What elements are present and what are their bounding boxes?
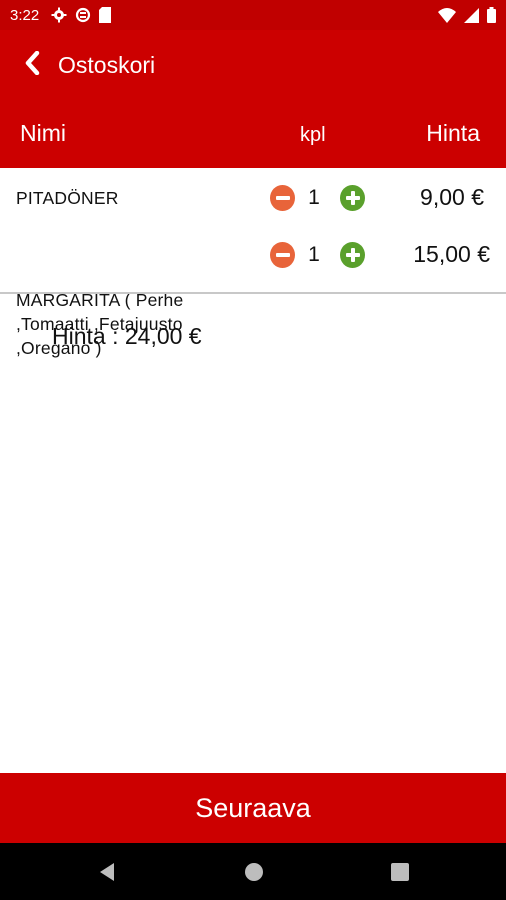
cart-item: PITADÖNER 1 9,00 € — [0, 168, 506, 226]
item-price: 9,00 € — [420, 184, 484, 210]
sync-icon — [75, 7, 91, 23]
nav-home-button[interactable] — [243, 861, 265, 883]
column-price-label: Hinta — [426, 120, 480, 146]
status-left-icons — [51, 7, 112, 23]
home-circle-icon — [243, 863, 265, 887]
next-button[interactable]: Seuraava — [0, 773, 506, 843]
column-qty-label: kpl — [300, 124, 326, 146]
quantity-stepper: 1 — [270, 183, 366, 213]
system-nav-bar — [0, 843, 506, 900]
item-quantity: 1 — [308, 186, 320, 209]
item-price: 15,00 € — [413, 241, 490, 267]
decrease-quantity-button[interactable] — [270, 185, 295, 211]
page-title: Ostoskori — [58, 51, 156, 78]
status-time: 3:22 — [10, 6, 40, 24]
nav-recents-button[interactable] — [389, 861, 411, 883]
battery-icon — [487, 7, 496, 23]
increase-quantity-button[interactable] — [340, 185, 366, 211]
nav-back-button[interactable] — [96, 861, 118, 883]
status-right-icons — [438, 7, 496, 23]
app-bar: Ostoskori — [0, 30, 506, 100]
increase-quantity-button[interactable] — [340, 242, 366, 268]
total-price: Hinta : 24,00 € — [52, 323, 202, 349]
status-bar: 3:22 — [0, 0, 506, 30]
cart-item: MARGARITA ( Perhe ,Tomaatti ,Fetajuusto … — [0, 226, 506, 358]
chevron-left-icon — [24, 50, 40, 80]
sd-card-icon — [99, 7, 112, 23]
item-name: PITADÖNER — [16, 188, 119, 208]
decrease-quantity-button[interactable] — [270, 242, 295, 268]
list-divider — [0, 292, 506, 294]
item-quantity: 1 — [308, 243, 320, 266]
gear-icon — [51, 7, 67, 23]
quantity-stepper: 1 — [270, 240, 366, 270]
signal-icon — [464, 7, 479, 23]
column-header: Nimi kpl Hinta — [0, 100, 506, 168]
wifi-icon — [438, 7, 456, 23]
column-name-label: Nimi — [20, 120, 66, 146]
cart-list: PITADÖNER 1 9,00 € MARGARITA ( Perhe ,To… — [0, 168, 506, 358]
recents-square-icon — [389, 863, 411, 887]
back-triangle-icon — [96, 863, 118, 887]
back-button[interactable] — [2, 30, 62, 100]
